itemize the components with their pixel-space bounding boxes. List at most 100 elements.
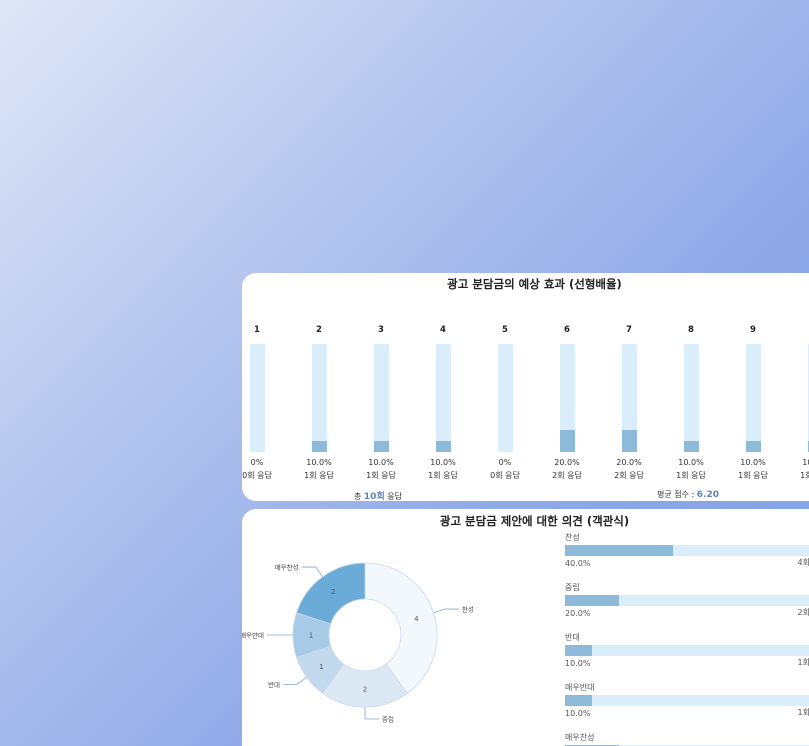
scale-column: 5 0% 0회 응답 [485, 325, 525, 481]
option-percent: 20.0% [565, 609, 591, 618]
scale-number: 4 [440, 325, 446, 335]
scale-percent: 10.0% [678, 458, 704, 467]
donut-slice-label: 찬성 [462, 605, 474, 614]
option-bar-track [565, 695, 809, 706]
scale-column: 6 20.0% 2회 응답 [547, 325, 587, 481]
scale-number: 1 [254, 325, 260, 335]
opinion-donut-chart: 4 찬성 2 중립 1 반대 1 매우반대 2 매우찬성 [242, 563, 474, 724]
option-percent: 10.0% [565, 659, 591, 668]
scale-count: 1회 응답 [366, 471, 396, 480]
option-percent: 10.0% [565, 709, 591, 718]
scale-number: 6 [564, 325, 570, 335]
scale-bar-track [311, 344, 327, 452]
option-count: 1회 [797, 708, 809, 717]
donut-leader-line [283, 676, 307, 685]
scale-count: 1회 응답 [676, 471, 706, 480]
option-percent: 40.0% [565, 559, 591, 568]
option-bar-track [565, 645, 809, 656]
scale-percent: 0% [250, 458, 264, 467]
donut-leader-line [301, 566, 324, 577]
opinion-card: 광고 분담금 제안에 대한 의견 (객관식) 4 찬성 2 중립 1 반대 1 매우반대 2 매우… [242, 509, 809, 746]
scale-count: 2회 응답 [552, 471, 582, 480]
option-count: 4회 [797, 558, 809, 567]
scale-bar-track [683, 344, 699, 452]
donut-slice-label: 반대 [268, 680, 280, 689]
option-label: 매우반대 [565, 683, 595, 692]
donut-leader-line [364, 707, 379, 720]
scale-column: 8 10.0% 1회 응답 [671, 325, 711, 481]
scale-bar-track [373, 344, 389, 452]
donut-leader-line [433, 608, 459, 614]
scale-bar-track [745, 344, 761, 452]
scale-count: 1회 응답 [738, 471, 768, 480]
total-responses: 총 10회 응답 [354, 492, 403, 501]
donut-slice-value: 2 [331, 588, 335, 596]
scale-column: 9 10.0% 1회 응답 [733, 325, 773, 481]
average-score: 평균 점수 : 6.20 [657, 490, 719, 500]
opinion-title: 광고 분담금 제안에 대한 의견 (객관식) [439, 514, 630, 528]
option-label: 반대 [565, 633, 580, 642]
scale-percent: 10.0% [430, 458, 456, 467]
donut-slice-label: 매우반대 [242, 631, 264, 640]
option-bar-track [565, 595, 809, 606]
opinion-option: 중립 20.0% 2회 [565, 582, 809, 618]
scale-bar-fill [621, 430, 637, 452]
scale-bar-fill [559, 430, 575, 452]
opinion-option: 매우반대 10.0% 1회 [565, 682, 809, 718]
scale-count: 0회 응답 [490, 471, 520, 480]
scale-count: 1회 응답 [428, 471, 458, 480]
scale-number: 7 [626, 325, 632, 335]
scale-number: 3 [378, 325, 384, 335]
scale-count: 1회 응답 [800, 471, 809, 480]
scale-count: 1회 응답 [304, 471, 334, 480]
scale-percent: 10.0% [306, 458, 332, 467]
scale-column: 10 10.0% 1회 응답 [795, 325, 809, 481]
scale-column: 1 0% 0회 응답 [242, 325, 277, 481]
scale-bar-track [497, 344, 513, 452]
donut-slice-value: 4 [414, 615, 419, 623]
opinion-option: 매우찬성 [565, 732, 809, 746]
scale-column: 3 10.0% 1회 응답 [361, 325, 401, 481]
scale-column: 7 20.0% 2회 응답 [609, 325, 649, 481]
linear-scale-card: 광고 분담금의 예상 효과 (선형배율) 1 0% 0회 응답 2 10.0% 1회 응답… [242, 273, 809, 501]
scale-bar-fill [311, 441, 327, 452]
scale-count: 0회 응답 [242, 471, 272, 480]
donut-slice-label: 중립 [382, 716, 394, 724]
scale-bar-fill [745, 441, 761, 452]
scale-number: 5 [502, 325, 508, 335]
option-bar-fill [565, 545, 673, 556]
scale-bar-track [621, 344, 637, 452]
scale-number: 8 [688, 325, 694, 335]
scale-count: 2회 응답 [614, 471, 644, 480]
donut-slice-value: 1 [319, 663, 323, 671]
option-label: 매우찬성 [565, 733, 595, 742]
scale-bar-fill [683, 441, 699, 452]
scale-percent: 20.0% [554, 458, 580, 467]
option-bar-fill [565, 595, 619, 606]
scale-bar-track [435, 344, 451, 452]
donut-slice-label: 매우찬성 [275, 563, 299, 572]
scale-percent: 10.0% [802, 458, 809, 467]
option-count: 1회 [797, 658, 809, 667]
option-count: 2회 [797, 608, 809, 617]
scale-bar-fill [435, 441, 451, 452]
scale-number: 9 [750, 325, 756, 335]
scale-percent: 10.0% [740, 458, 766, 467]
scale-percent: 20.0% [616, 458, 642, 467]
scale-percent: 10.0% [368, 458, 394, 467]
option-label: 중립 [565, 583, 580, 592]
opinion-option: 찬성 40.0% 4회 [565, 532, 809, 568]
option-bar-track [565, 545, 809, 556]
donut-slice-value: 2 [363, 686, 367, 694]
linear-scale-title: 광고 분담금의 예상 효과 (선형배율) [447, 277, 622, 291]
donut-slice-value: 1 [309, 632, 313, 640]
option-bar-fill [565, 695, 592, 706]
scale-number: 2 [316, 325, 322, 335]
scale-column: 2 10.0% 1회 응답 [299, 325, 339, 481]
scale-number: 10 [795, 325, 809, 337]
opinion-option: 반대 10.0% 1회 [565, 632, 809, 668]
scale-bar-fill [373, 441, 389, 452]
scale-bar-track [559, 344, 575, 452]
scale-bar-track [249, 344, 265, 452]
scale-percent: 0% [498, 458, 512, 467]
